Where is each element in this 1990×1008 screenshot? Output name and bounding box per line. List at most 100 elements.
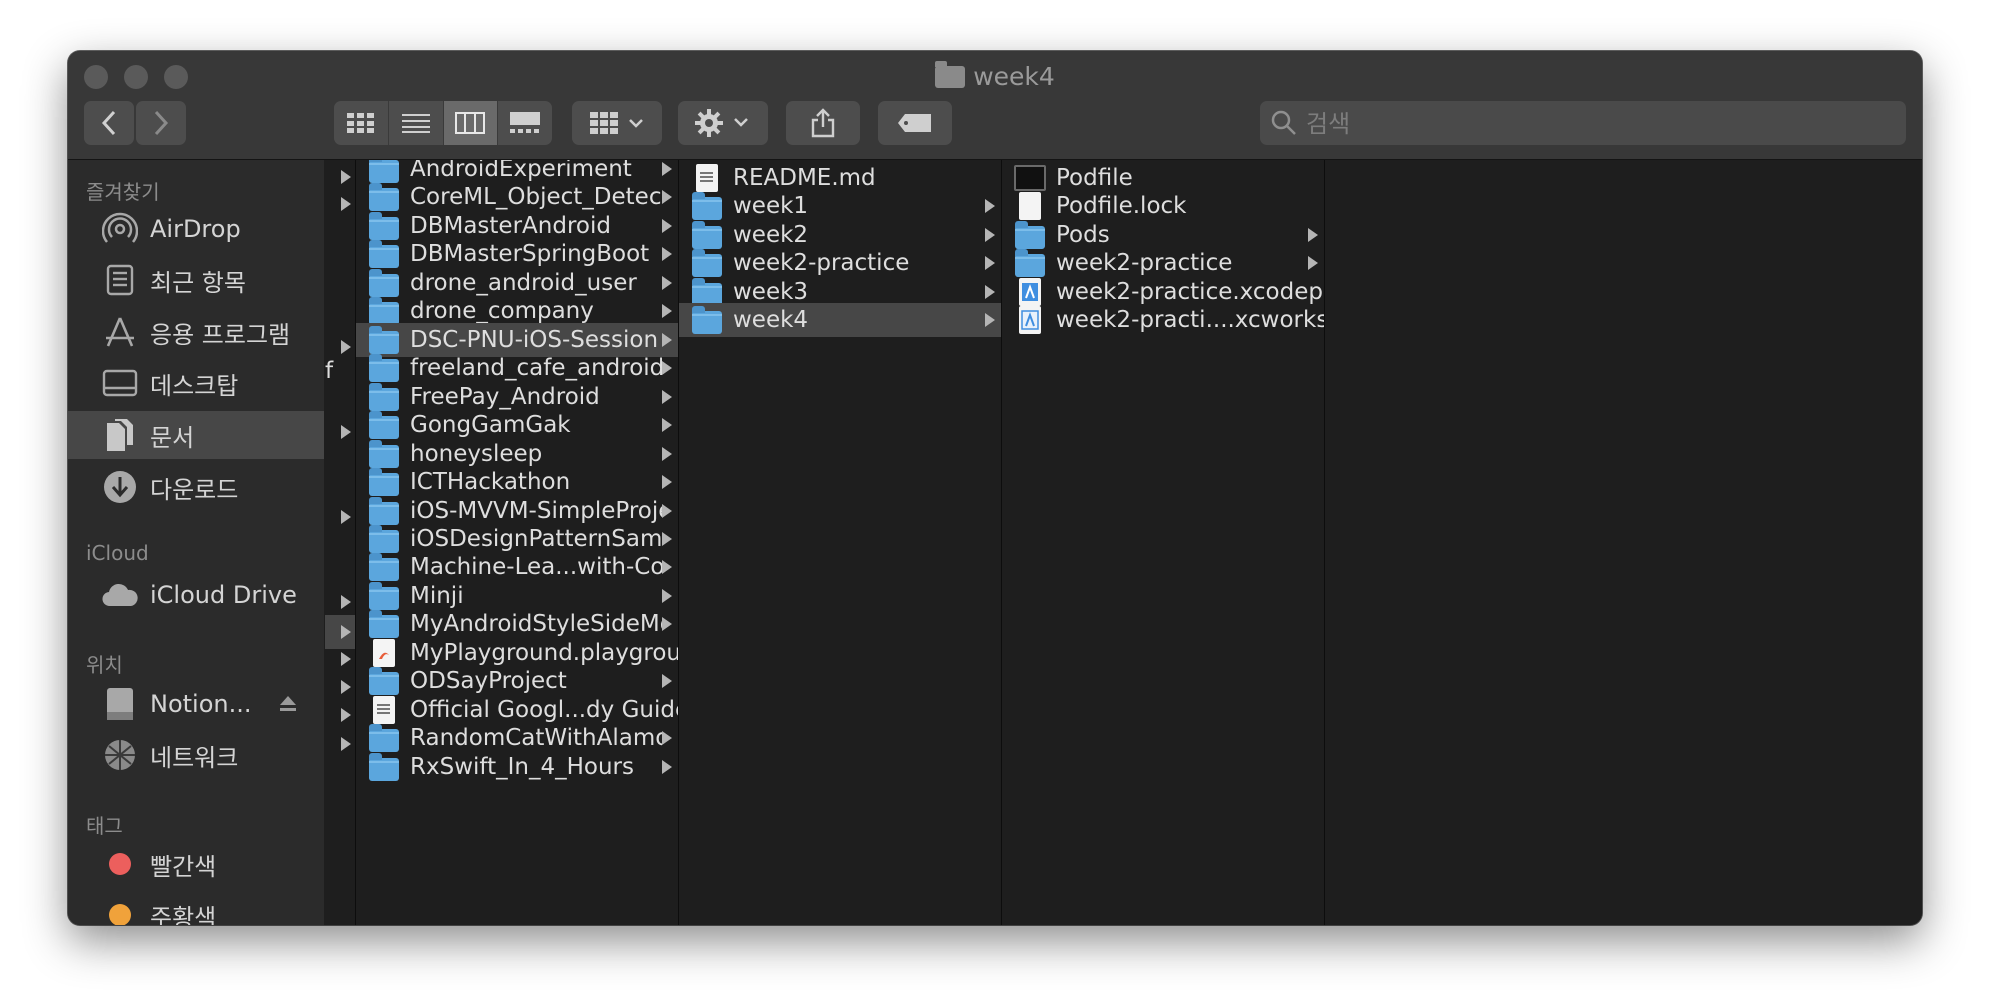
disclosure-arrow-icon bbox=[341, 708, 351, 722]
sidebar-item-notion-disk[interactable]: Notion... bbox=[68, 680, 324, 728]
disclosure-arrow-icon bbox=[341, 625, 351, 639]
grid-icon bbox=[346, 113, 374, 133]
sidebar-item-label: Notion... bbox=[150, 690, 252, 718]
folder-icon bbox=[692, 191, 722, 220]
disclosure-arrow-icon bbox=[662, 190, 672, 204]
sidebar-item-downloads[interactable]: 다운로드 bbox=[68, 463, 324, 511]
pdf-file-icon bbox=[373, 696, 395, 724]
disclosure-arrow-icon bbox=[662, 418, 672, 432]
list-item[interactable]: RxSwift_In_4_Hours bbox=[356, 750, 678, 784]
disclosure-arrow-icon bbox=[662, 276, 672, 290]
disclosure-arrow-icon bbox=[662, 162, 672, 176]
icon-view-button[interactable] bbox=[334, 101, 389, 145]
list-item[interactable]: week2-practi....xcworkspace bbox=[1002, 303, 1324, 337]
column-view-button[interactable] bbox=[443, 101, 499, 145]
disk-icon bbox=[100, 684, 140, 724]
eject-icon[interactable] bbox=[280, 696, 296, 711]
share-button[interactable] bbox=[786, 101, 860, 145]
red-tag-icon bbox=[100, 844, 140, 884]
column-0[interactable]: f bbox=[325, 160, 356, 925]
favorites-section-title: 즐겨찾기 bbox=[86, 180, 160, 204]
sidebar-item-label: iCloud Drive bbox=[150, 581, 297, 609]
disclosure-arrow-icon bbox=[341, 510, 351, 524]
disclosure-arrow-icon bbox=[662, 333, 672, 347]
column-4[interactable] bbox=[1325, 160, 1922, 925]
disclosure-arrow-icon bbox=[341, 737, 351, 751]
disclosure-arrow-icon bbox=[662, 304, 672, 318]
sidebar-item-label: 데스크탑 bbox=[150, 371, 239, 400]
sidebar-item-label: 네트워크 bbox=[150, 743, 239, 772]
sidebar-item-recents[interactable]: 최근 항목 bbox=[68, 256, 324, 304]
sidebar-item-label: AirDrop bbox=[150, 215, 241, 243]
xcode-workspace-icon bbox=[1019, 306, 1041, 334]
locations-section-title: 위치 bbox=[86, 653, 123, 677]
xcode-project-icon bbox=[1019, 278, 1041, 306]
sidebar-item-tag-red[interactable]: 빨간색 bbox=[68, 840, 324, 888]
sidebar-item-label: 주황색 bbox=[150, 903, 217, 926]
view-mode-control bbox=[334, 101, 552, 145]
sidebar: 즐겨찾기 AirDrop 최근 항목 응용 프로그램 데스크탑 문서 다운로드 … bbox=[68, 160, 324, 925]
partial-item-label: f bbox=[325, 358, 334, 384]
cloud-icon bbox=[100, 575, 140, 615]
disclosure-arrow-icon bbox=[341, 197, 351, 211]
list-item-selected[interactable]: week4 bbox=[679, 303, 1001, 337]
folder-icon bbox=[369, 467, 399, 496]
disclosure-arrow-icon bbox=[662, 589, 672, 603]
disclosure-arrow-icon bbox=[1308, 228, 1318, 242]
downloads-icon bbox=[100, 467, 140, 507]
sidebar-item-label: 빨간색 bbox=[150, 852, 217, 881]
disclosure-arrow-icon bbox=[985, 256, 995, 270]
columns-icon bbox=[455, 112, 486, 134]
search-input[interactable] bbox=[1304, 101, 1888, 147]
disclosure-arrow-icon bbox=[662, 447, 672, 461]
sidebar-item-network[interactable]: 네트워크 bbox=[68, 731, 324, 779]
gallery-view-button[interactable] bbox=[498, 101, 552, 145]
chevron-right-icon bbox=[154, 110, 169, 136]
folder-icon bbox=[369, 609, 399, 638]
action-button[interactable] bbox=[678, 101, 768, 145]
finder-window: week4 검색 즐겨찾기 AirDrop 최근 항목 응용 프로그램 데스크탑… bbox=[68, 51, 1922, 925]
sidebar-item-applications[interactable]: 응용 프로그램 bbox=[68, 308, 324, 356]
group-button[interactable] bbox=[572, 101, 662, 145]
sidebar-item-airdrop[interactable]: AirDrop bbox=[68, 205, 324, 253]
disclosure-arrow-icon bbox=[662, 504, 672, 518]
folder-icon bbox=[692, 248, 722, 277]
disclosure-arrow-icon bbox=[985, 313, 995, 327]
forward-button[interactable] bbox=[136, 101, 186, 145]
disclosure-arrow-icon bbox=[662, 390, 672, 404]
sidebar-item-tag-orange[interactable]: 주황색 bbox=[68, 891, 324, 925]
disclosure-arrow-icon bbox=[662, 760, 672, 774]
text-file-icon bbox=[696, 164, 718, 192]
search-icon bbox=[1271, 110, 1296, 135]
folder-icon bbox=[369, 353, 399, 382]
sidebar-item-documents[interactable]: 문서 bbox=[68, 411, 324, 459]
orange-tag-icon bbox=[100, 895, 140, 925]
playground-file-icon bbox=[373, 639, 395, 667]
folder-icon bbox=[369, 723, 399, 752]
tag-button[interactable] bbox=[878, 101, 952, 145]
group-icon bbox=[590, 112, 643, 134]
sidebar-item-label: 다운로드 bbox=[150, 475, 239, 504]
disclosure-arrow-icon bbox=[341, 652, 351, 666]
sidebar-item-icloud-drive[interactable]: iCloud Drive bbox=[68, 571, 324, 619]
folder-icon bbox=[369, 666, 399, 695]
column-1: AndroidExperiment CoreML_Object_Detectio… bbox=[356, 160, 679, 925]
folder-icon bbox=[935, 61, 966, 88]
sidebar-item-desktop[interactable]: 데스크탑 bbox=[68, 359, 324, 407]
sidebar-item-label: 응용 프로그램 bbox=[150, 320, 291, 349]
folder-icon bbox=[369, 752, 399, 781]
titlebar: week4 bbox=[68, 51, 1922, 160]
disclosure-arrow-icon bbox=[662, 731, 672, 745]
network-icon bbox=[100, 735, 140, 775]
search-field[interactable] bbox=[1260, 101, 1906, 147]
disclosure-arrow-icon bbox=[341, 170, 351, 184]
disclosure-arrow-icon bbox=[985, 228, 995, 242]
airdrop-icon bbox=[100, 209, 140, 249]
disclosure-arrow-icon bbox=[985, 199, 995, 213]
documents-icon bbox=[100, 415, 140, 455]
disclosure-arrow-icon bbox=[1308, 256, 1318, 270]
back-button[interactable] bbox=[84, 101, 134, 145]
list-view-button[interactable] bbox=[389, 101, 444, 145]
folder-icon bbox=[369, 296, 399, 325]
terminal-file-icon bbox=[1014, 165, 1046, 191]
